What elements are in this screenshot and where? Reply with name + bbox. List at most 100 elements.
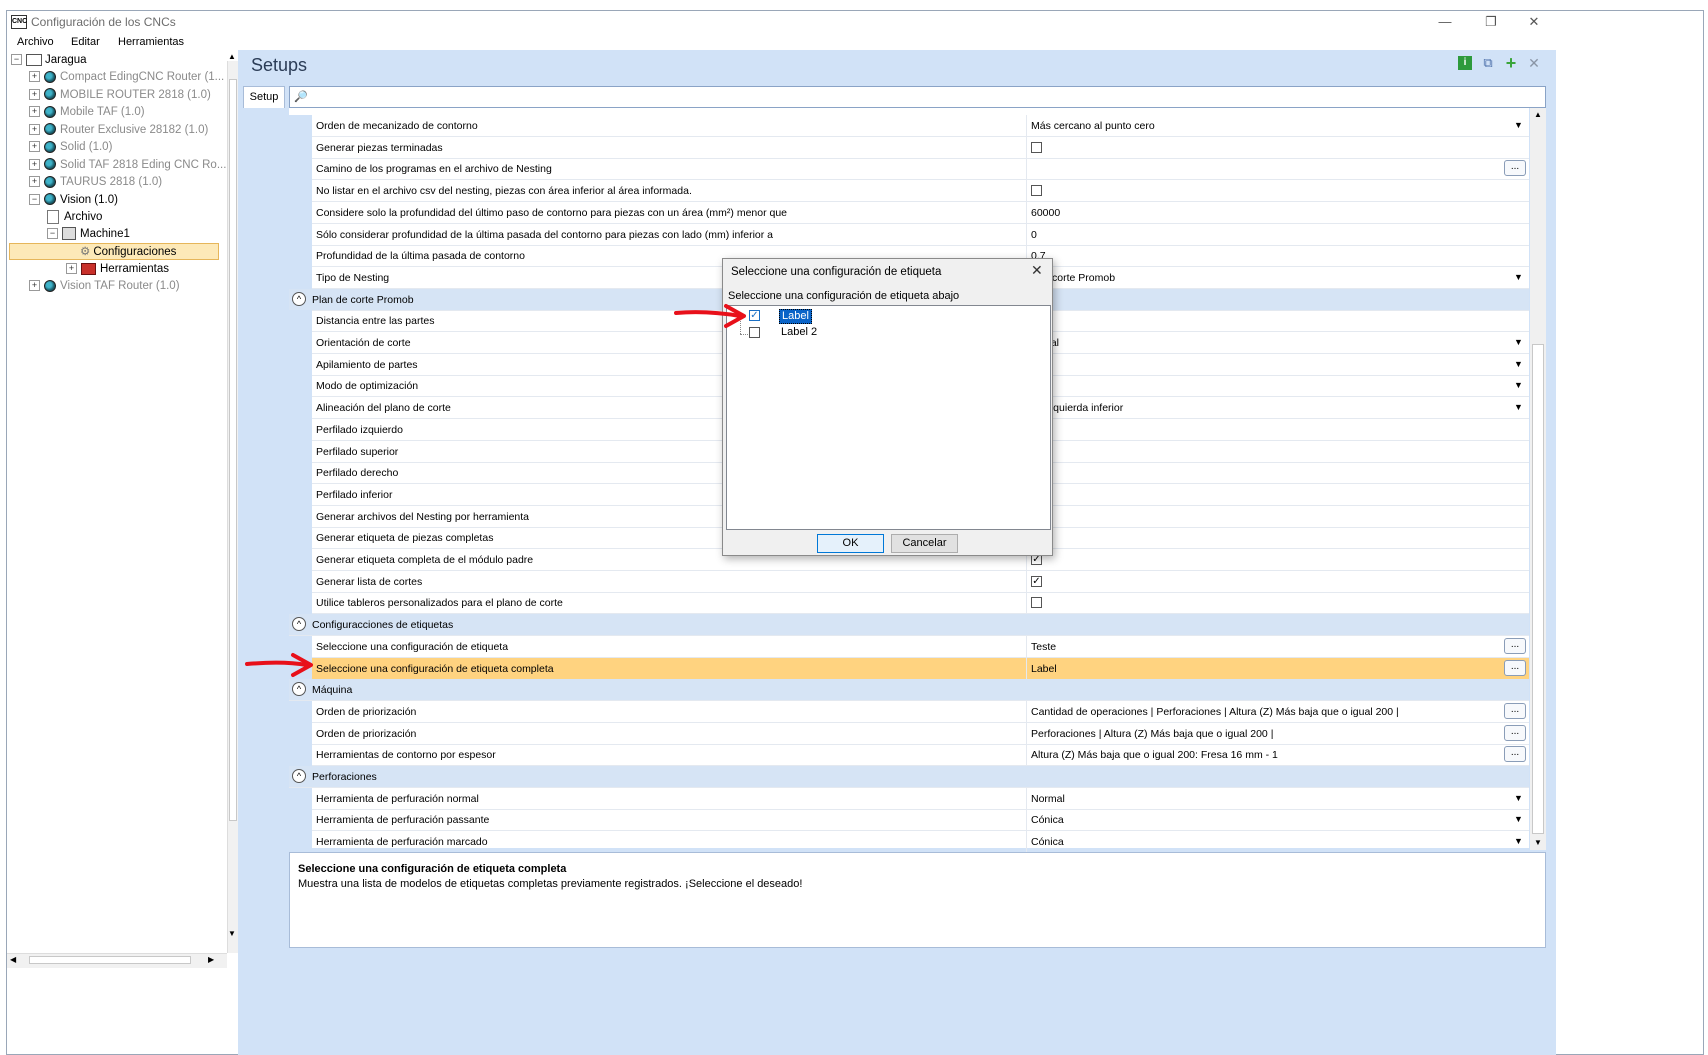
tree-scroll-thumb[interactable] xyxy=(229,79,237,821)
tree-node-root[interactable]: − Jaragua xyxy=(11,52,87,69)
close-button[interactable]: ✕ xyxy=(1514,13,1554,31)
collapse-category-icon[interactable]: ^ xyxy=(292,769,306,783)
property-checkbox[interactable] xyxy=(1031,185,1042,197)
dropdown-arrow-icon[interactable]: ▼ xyxy=(1514,120,1523,130)
property-row[interactable]: Orden de mecanizado de contorno Más cerca… xyxy=(289,115,1529,137)
dropdown-arrow-icon[interactable]: ▼ xyxy=(1514,814,1523,824)
delete-icon[interactable]: ✕ xyxy=(1527,56,1541,70)
property-row[interactable]: Utilice tableros personalizados para el … xyxy=(289,592,1529,615)
dropdown-arrow-icon[interactable]: ▼ xyxy=(1514,836,1523,846)
scroll-up-icon[interactable]: ▲ xyxy=(228,52,236,61)
label-checkbox-2[interactable] xyxy=(749,327,760,338)
add-icon[interactable]: + xyxy=(1504,54,1518,72)
collapse-category-icon[interactable]: ^ xyxy=(292,291,306,306)
tree-node-machine[interactable]: + Compact EdingCNC Router (1... xyxy=(29,69,224,86)
tree-node-machine[interactable]: + Solid (1.0) xyxy=(29,139,112,156)
scroll-left-icon[interactable]: ◀ xyxy=(10,955,16,964)
property-value[interactable]: Perforaciones | Altura (Z) Más baja que … xyxy=(1031,728,1273,740)
property-row[interactable]: Camino de los programas en el archivo de… xyxy=(289,158,1529,181)
dropdown-arrow-icon[interactable]: ▼ xyxy=(1514,380,1523,390)
property-value[interactable]: Altura (Z) Más baja que o igual 200: Fre… xyxy=(1031,749,1278,761)
property-row[interactable]: Herramienta de perfuración normal Normal ▼ xyxy=(289,787,1529,810)
category-row[interactable]: ^ Perforaciones xyxy=(289,766,1529,788)
ellipsis-button[interactable]: ... xyxy=(1504,746,1526,763)
grid-scroll-thumb[interactable] xyxy=(1532,344,1544,834)
category-row[interactable]: ^ Máquina xyxy=(289,679,1529,702)
dropdown-arrow-icon[interactable]: ▼ xyxy=(1514,337,1523,347)
dialog-close-icon[interactable]: ✕ xyxy=(1031,262,1043,279)
property-row[interactable]: Seleccione una configuración de etiqueta… xyxy=(289,635,1529,658)
tree-node-machine1[interactable]: − Machine1 xyxy=(47,226,130,243)
info-icon[interactable]: i xyxy=(1458,56,1472,70)
collapse-icon[interactable]: − xyxy=(11,54,22,66)
property-checkbox[interactable] xyxy=(1031,141,1042,153)
minimize-button[interactable]: — xyxy=(1425,13,1465,31)
tree-node-archivo[interactable]: Archivo xyxy=(47,209,102,226)
collapse-category-icon[interactable]: ^ xyxy=(292,617,306,632)
expand-icon[interactable]: + xyxy=(29,176,40,188)
ok-button[interactable]: OK xyxy=(817,534,884,553)
collapse-icon[interactable]: − xyxy=(29,193,40,205)
property-value[interactable]: Label xyxy=(1031,663,1057,675)
scroll-down-icon[interactable]: ▼ xyxy=(1534,838,1542,847)
tree-node-machine[interactable]: + Mobile TAF (1.0) xyxy=(29,104,145,121)
expand-icon[interactable]: + xyxy=(66,263,77,275)
collapse-icon[interactable]: − xyxy=(47,228,58,240)
dropdown-arrow-icon[interactable]: ▼ xyxy=(1514,402,1523,412)
property-row[interactable]: No listar en el archivo csv del nesting,… xyxy=(289,180,1529,203)
property-checkbox[interactable] xyxy=(1031,597,1042,609)
property-value[interactable]: Normal xyxy=(1031,793,1065,805)
tree-node-machine[interactable]: + TAURUS 2818 (1.0) xyxy=(29,174,162,191)
expand-icon[interactable]: + xyxy=(29,158,40,170)
property-value[interactable]: Cónica xyxy=(1031,814,1064,826)
property-row[interactable]: Considere solo la profundidad del último… xyxy=(289,201,1529,224)
dropdown-arrow-icon[interactable]: ▼ xyxy=(1514,793,1523,803)
ellipsis-button[interactable]: ... xyxy=(1504,659,1526,676)
ellipsis-button[interactable]: ... xyxy=(1504,724,1526,741)
property-value[interactable]: Cantidad de operaciones | Perforaciones … xyxy=(1031,706,1399,718)
scroll-up-icon[interactable]: ▲ xyxy=(1534,110,1542,119)
expand-icon[interactable]: + xyxy=(29,123,40,135)
expand-icon[interactable]: + xyxy=(29,88,40,100)
copy-icon[interactable]: ⧉ xyxy=(1481,56,1495,70)
property-value[interactable]: Cónica xyxy=(1031,836,1064,848)
property-row[interactable]: Orden de priorización Cantidad de operaci… xyxy=(289,700,1529,723)
tab-setup[interactable]: Setup xyxy=(243,86,285,108)
tree-node-machine[interactable]: + MOBILE ROUTER 2818 (1.0) xyxy=(29,87,211,104)
tree-node-vision-taf[interactable]: + Vision TAF Router (1.0) xyxy=(29,278,180,295)
cancel-button[interactable]: Cancelar xyxy=(891,534,958,553)
expand-icon[interactable]: + xyxy=(29,280,40,292)
expand-icon[interactable]: + xyxy=(29,141,40,153)
collapse-category-icon[interactable]: ^ xyxy=(292,682,306,697)
property-row[interactable]: Generar piezas terminadas xyxy=(289,136,1529,159)
expand-icon[interactable]: + xyxy=(29,106,40,118)
ellipsis-button[interactable]: ... xyxy=(1504,160,1526,177)
property-value[interactable]: Más cercano al punto cero xyxy=(1031,120,1155,132)
scroll-right-icon[interactable]: ▶ xyxy=(208,955,214,964)
ellipsis-button[interactable]: ... xyxy=(1504,702,1526,719)
tree-node-configuraciones[interactable]: ⚙ Configuraciones xyxy=(9,243,219,260)
search-input[interactable] xyxy=(289,86,1546,108)
property-value[interactable]: 60000 xyxy=(1031,207,1060,219)
tree-node-machine[interactable]: − Vision (1.0) xyxy=(29,192,118,209)
label-item-1[interactable]: Label xyxy=(779,309,812,324)
property-value[interactable]: 0 xyxy=(1031,229,1037,241)
scroll-down-icon[interactable]: ▼ xyxy=(228,929,236,938)
property-row[interactable]: Generar lista de cortes ✓ xyxy=(289,570,1529,593)
ellipsis-button[interactable]: ... xyxy=(1504,637,1526,654)
property-row[interactable]: Orden de priorización Perforaciones | Alt… xyxy=(289,722,1529,745)
restore-button[interactable]: ❐ xyxy=(1471,13,1511,31)
tree-node-machine[interactable]: + Solid TAF 2818 Eding CNC Ro... xyxy=(29,157,226,174)
label-item-2[interactable]: Label 2 xyxy=(781,326,817,339)
property-row[interactable]: Herramienta de perfuración passante Cónic… xyxy=(289,809,1529,832)
tree-hscroll-thumb[interactable] xyxy=(29,956,191,964)
category-row[interactable]: ^ Configuracciones de etiquetas xyxy=(289,614,1529,637)
property-row[interactable]: Herramienta de perfuración marcado Cónica… xyxy=(289,831,1529,854)
property-value[interactable]: Teste xyxy=(1031,641,1056,653)
expand-icon[interactable]: + xyxy=(29,71,40,83)
menu-archivo[interactable]: Archivo xyxy=(17,36,54,48)
property-row[interactable]: Sólo considerar profundidad de la última… xyxy=(289,223,1529,246)
property-row[interactable]: Seleccione una configuración de etiqueta… xyxy=(289,657,1529,680)
tree-node-herramientas[interactable]: + Herramientas xyxy=(66,261,169,278)
property-row[interactable]: Herramientas de contorno por espesor Altu… xyxy=(289,744,1529,767)
